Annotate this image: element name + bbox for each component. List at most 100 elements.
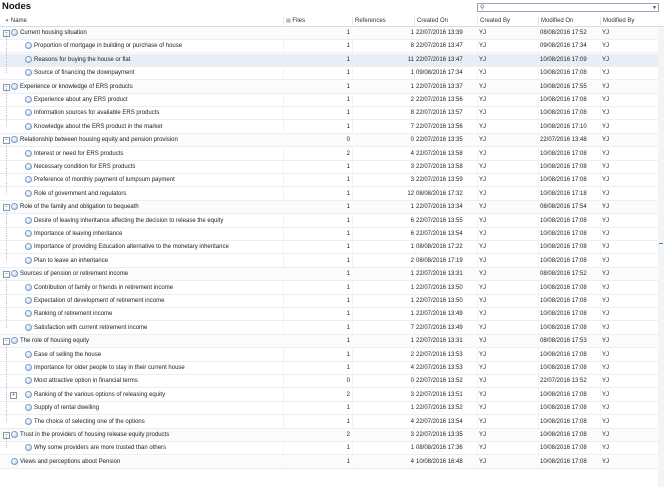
node-created-on: 22/07/2016 13:59 — [416, 177, 463, 183]
node-name[interactable]: Contribution of family or friends in ret… — [34, 284, 278, 292]
tree-connector-line — [6, 436, 7, 448]
node-created-on: 10/08/2016 16:48 — [416, 459, 463, 465]
node-created-by: YJ — [479, 352, 487, 358]
node-name[interactable]: Knowledge about the ERS product in the m… — [34, 123, 278, 131]
node-name[interactable]: Ease of selling the house — [34, 351, 278, 359]
node-name[interactable]: Interest or need for ERS products — [34, 150, 278, 158]
node-created-on: 22/07/2016 13:52 — [416, 405, 463, 411]
tree-child-row[interactable]: Knowledge about the ERS product in the m… — [0, 115, 658, 134]
tree-child-row[interactable]: Interest or need for ERS products 2 4 22/07… — [0, 142, 658, 161]
node-name[interactable]: Trust in the providers of housing releas… — [20, 431, 278, 439]
tree-group-row[interactable]: Views and perceptions about Pension 1 4 10/… — [0, 456, 658, 469]
node-name[interactable]: The choice of selecting one of the optio… — [34, 418, 278, 426]
tree-child-row[interactable]: Satisfaction with current retirement inc… — [0, 316, 658, 335]
search-input[interactable]: ⚲ ▼ — [477, 3, 659, 12]
node-name[interactable]: Information sources for available ERS pr… — [34, 109, 278, 117]
tree-group-row[interactable]: − Experience or knowledge of ERS products… — [0, 81, 658, 94]
node-created-by: YJ — [479, 84, 487, 90]
column-header-references[interactable]: References — [352, 17, 415, 25]
tree-group-row[interactable]: − The role of housing equity 1 1 22/07/2016 … — [0, 335, 658, 348]
node-modified-by: YJ — [602, 405, 610, 411]
tree-group-row[interactable]: − Trust in the providers of housing relea… — [0, 429, 658, 442]
tree-child-row[interactable]: Reasons for buying the house or flat 1 11 2… — [0, 48, 658, 67]
node-modified-by: YJ — [602, 137, 610, 143]
expand-icon[interactable]: + — [10, 392, 17, 399]
node-name[interactable]: Ranking of retirement income — [34, 310, 278, 318]
node-name[interactable]: Current housing situation — [20, 29, 278, 37]
tree-child-row[interactable]: Importance for older people to stay in t… — [0, 356, 658, 375]
node-name[interactable]: Experience or knowledge of ERS products — [20, 83, 278, 91]
node-name[interactable]: Why some providers are more trusted than… — [34, 444, 278, 452]
node-name[interactable]: Most attractive option in financial term… — [34, 377, 278, 385]
node-name[interactable]: Desire of leaving inheritance affecting … — [34, 217, 278, 225]
tree-child-row[interactable]: The choice of selecting one of the optio… — [0, 410, 658, 429]
node-references-count: 1 — [410, 445, 414, 451]
node-name[interactable]: Role of government and regulators — [34, 190, 278, 198]
tree-connector-line — [6, 289, 7, 301]
node-name[interactable]: Views and perceptions about Pension — [20, 458, 278, 466]
node-name[interactable]: Role of the family and obligation to beq… — [20, 203, 278, 211]
tree-child-row[interactable]: + Ranking of the various options of relea… — [0, 383, 658, 402]
node-icon — [25, 190, 32, 197]
tree-child-row[interactable]: Preference of monthly payment of lumpsum… — [0, 168, 658, 187]
tree-child-row[interactable]: Supply of rental dwelling 1 1 22/07/2016 13… — [0, 396, 658, 415]
tree-child-row[interactable]: Most attractive option in financial term… — [0, 369, 658, 388]
tree-group-row[interactable]: − Relationship between housing equity and… — [0, 134, 658, 147]
tree-child-row[interactable]: Desire of leaving inheritance affecting … — [0, 209, 658, 228]
tree-child-row[interactable]: Importance of providing Education altern… — [0, 235, 658, 254]
vertical-scrollbar[interactable] — [658, 27, 664, 487]
nodes-title-bar: Nodes ⚲ ▼ — [0, 0, 664, 15]
node-name[interactable]: The role of housing equity — [20, 337, 278, 345]
node-name[interactable]: Source of financing the downpayment — [34, 69, 278, 77]
node-name[interactable]: Proportion of mortgage in building or pu… — [34, 42, 278, 50]
tree-group-row[interactable]: − Sources of pension or retirement income… — [0, 268, 658, 281]
node-created-on: 22/07/2016 13:31 — [416, 271, 463, 277]
node-icon — [25, 284, 32, 291]
tree-child-row[interactable]: Necessary condition for ERS products 1 3 22… — [0, 155, 658, 174]
node-name[interactable]: Importance of leaving inheritance — [34, 230, 278, 238]
tree-group-row[interactable]: − Current housing situation 1 1 22/07/2016 1… — [0, 27, 658, 40]
node-modified-by: YJ — [602, 365, 610, 371]
node-name[interactable]: Expectation of development of retirement… — [34, 297, 278, 305]
column-header-files[interactable]: ▤ Files — [283, 17, 336, 25]
node-created-by: YJ — [479, 338, 487, 344]
tree-child-row[interactable]: Information sources for available ERS pr… — [0, 101, 658, 120]
tree-child-row[interactable]: Expectation of development of retirement… — [0, 289, 658, 308]
tree-child-row[interactable]: Plan to leave an inheritance 1 2 08/08/2016… — [0, 249, 658, 268]
tree-child-row[interactable]: Proportion of mortgage in building or pu… — [0, 34, 658, 53]
tree-group-row[interactable]: − Role of the family and obligation to be… — [0, 201, 658, 214]
tree-child-row[interactable]: Ranking of retirement income 1 1 22/07/2016… — [0, 302, 658, 321]
node-modified-by: YJ — [602, 378, 610, 384]
column-header-created-on[interactable]: Created On — [414, 17, 477, 25]
node-modified-on: 10/08/2016 17:08 — [540, 392, 587, 398]
tree-child-row[interactable]: Experience about any ERS product 1 2 22/07/… — [0, 88, 658, 107]
node-name[interactable]: Satisfaction with current retirement inc… — [34, 324, 278, 332]
node-modified-by: YJ — [602, 124, 610, 130]
tree-child-row[interactable]: Why some providers are more trusted than… — [0, 436, 658, 455]
node-files-count: 1 — [346, 338, 350, 344]
tree-connector-line — [6, 383, 7, 395]
node-icon — [25, 444, 32, 451]
node-name[interactable]: Supply of rental dwelling — [34, 404, 278, 412]
tree-child-row[interactable]: Importance of leaving inheritance 1 6 22/07… — [0, 222, 658, 241]
tree-child-row[interactable]: Source of financing the downpayment 1 1 09/… — [0, 61, 658, 80]
node-name[interactable]: Plan to leave an inheritance — [34, 257, 278, 265]
node-name[interactable]: Relationship between housing equity and … — [20, 136, 278, 144]
node-name[interactable]: Experience about any ERS product — [34, 96, 278, 104]
node-name[interactable]: Importance of providing Education altern… — [34, 243, 278, 251]
column-header-name[interactable]: ✦ Name — [3, 17, 285, 25]
node-name[interactable]: Necessary condition for ERS products — [34, 163, 278, 171]
node-created-by: YJ — [479, 218, 487, 224]
node-name[interactable]: Reasons for buying the house or flat — [34, 56, 278, 64]
tree-child-row[interactable]: Ease of selling the house 1 2 22/07/2016 13… — [0, 343, 658, 362]
node-name[interactable]: Importance for older people to stay in t… — [34, 364, 278, 372]
column-header-modified-on[interactable]: Modified On — [538, 17, 601, 25]
node-name[interactable]: Ranking of the various options of releas… — [34, 391, 278, 399]
tree-child-row[interactable]: Contribution of family or friends in ret… — [0, 276, 658, 295]
column-header-modified-by[interactable]: Modified By — [600, 17, 659, 25]
column-header-created-by[interactable]: Created By — [477, 17, 540, 25]
chevron-down-icon[interactable]: ▼ — [652, 4, 657, 12]
node-name[interactable]: Sources of pension or retirement income — [20, 270, 278, 278]
tree-child-row[interactable]: Role of government and regulators 1 12 08/0… — [0, 182, 658, 201]
node-name[interactable]: Preference of monthly payment of lumpsum… — [34, 176, 278, 184]
